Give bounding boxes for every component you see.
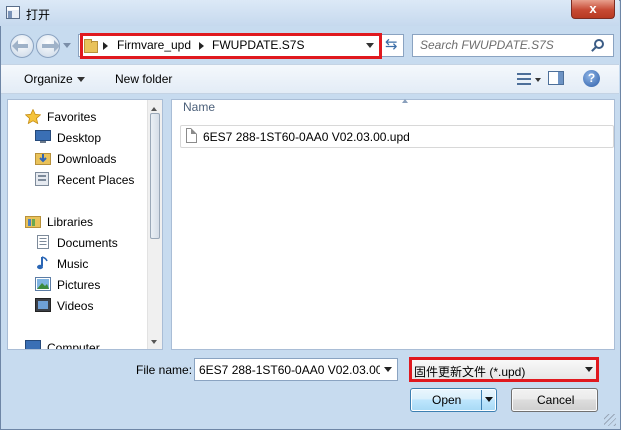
address-highlight-box <box>80 33 382 59</box>
sort-ascending-icon <box>402 96 408 103</box>
window-title: 打开 <box>26 8 51 22</box>
back-button[interactable] <box>10 34 34 58</box>
file-name-input[interactable]: 6ES7 288-1ST60-0AA0 V02.03.00.upd <box>194 358 398 381</box>
column-header-name[interactable]: Name <box>183 100 215 114</box>
sidebar-item-documents[interactable]: Documents <box>8 232 148 253</box>
search-placeholder: Search FWUPDATE.S7S <box>420 38 554 52</box>
computer-icon <box>25 340 41 349</box>
sidebar-item-label: Music <box>57 257 89 271</box>
open-options-chevron-icon[interactable] <box>485 397 493 406</box>
resize-grip-icon[interactable] <box>604 414 616 426</box>
music-note-icon <box>35 256 51 270</box>
sidebar-item-libraries[interactable]: Libraries <box>8 211 148 232</box>
chevron-down-icon[interactable] <box>77 77 85 86</box>
libraries-icon <box>25 214 41 228</box>
arrow-left-icon <box>12 40 28 52</box>
organize-button[interactable]: Organize <box>24 72 73 86</box>
refresh-icon[interactable] <box>385 35 401 54</box>
sidebar-item-label: Documents <box>57 236 118 250</box>
file-type-highlight-box <box>409 357 599 382</box>
sidebar-item-label: Pictures <box>57 278 101 292</box>
sidebar-item-label: Desktop <box>57 131 102 145</box>
change-view-icon[interactable] <box>517 73 531 85</box>
cancel-button-label: Cancel <box>537 393 575 407</box>
open-split-divider <box>481 390 482 410</box>
arrow-right-icon <box>42 40 60 52</box>
close-button[interactable]: x <box>571 0 615 19</box>
desktop-icon <box>35 130 51 144</box>
sidebar-item-recent-places[interactable]: Recent Places <box>8 169 148 190</box>
documents-icon <box>35 235 51 249</box>
window-icon <box>6 6 20 19</box>
sidebar-item-label: Downloads <box>57 152 117 166</box>
sidebar-item-label: Videos <box>57 299 94 313</box>
file-name-text[interactable]: 6ES7 288-1ST60-0AA0 V02.03.00.upd <box>203 130 410 144</box>
sidebar-item-label: Computer <box>47 341 100 350</box>
sidebar-item-favorites[interactable]: Favorites <box>8 106 148 127</box>
videos-icon <box>35 298 51 312</box>
file-name-label: File name: <box>136 363 193 377</box>
open-button-label: Open <box>432 393 462 407</box>
file-name-dropdown-icon[interactable] <box>380 359 397 380</box>
sidebar-item-computer[interactable]: Computer <box>8 337 148 350</box>
pictures-icon <box>35 277 51 291</box>
title-bar <box>0 0 619 26</box>
sidebar-item-label: Recent Places <box>57 173 135 187</box>
view-options-chevron-icon[interactable] <box>535 78 541 85</box>
navigation-pane: Favorites Desktop Downloads Recent Place… <box>7 99 163 350</box>
sidebar-item-videos[interactable]: Videos <box>8 295 148 316</box>
search-icon[interactable] <box>594 39 604 49</box>
scroll-down-arrow-icon[interactable] <box>151 340 157 347</box>
scroll-up-arrow-icon[interactable] <box>151 104 157 111</box>
help-icon[interactable]: ? <box>583 70 600 87</box>
file-name-value: 6ES7 288-1ST60-0AA0 V02.03.00.upd <box>199 363 398 377</box>
sidebar-item-desktop[interactable]: Desktop <box>8 127 148 148</box>
sidebar-item-music[interactable]: Music <box>8 253 148 274</box>
file-icon <box>186 128 197 143</box>
new-folder-button[interactable]: New folder <box>115 72 172 86</box>
recent-locations-dropdown-icon[interactable] <box>63 43 71 52</box>
preview-pane-icon[interactable] <box>548 71 564 85</box>
sidebar-item-label: Libraries <box>47 215 94 229</box>
recent-places-icon <box>35 172 51 186</box>
sidebar-item-downloads[interactable]: Downloads <box>8 148 148 169</box>
sidebar-item-label: Favorites <box>47 110 97 124</box>
sidebar-item-pictures[interactable]: Pictures <box>8 274 148 295</box>
scrollbar-thumb[interactable] <box>150 113 160 239</box>
star-icon <box>24 108 42 125</box>
forward-button[interactable] <box>36 34 60 58</box>
downloads-folder-icon <box>35 151 51 165</box>
